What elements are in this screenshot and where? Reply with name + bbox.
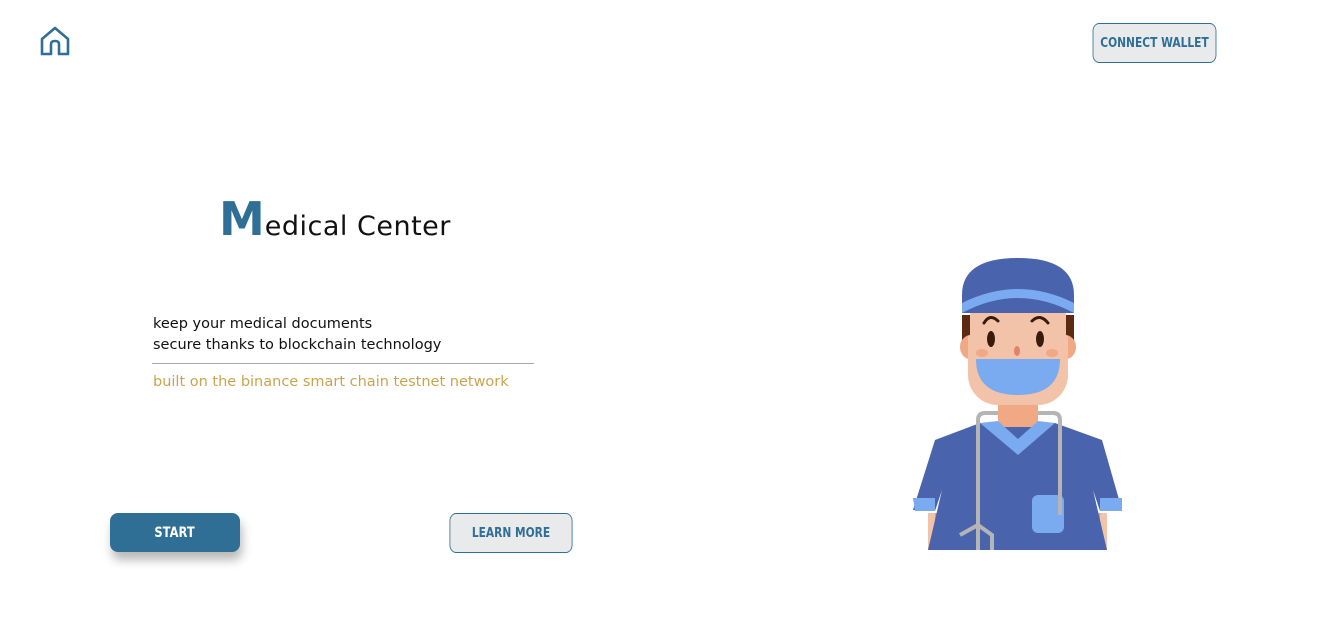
page-title: Medical Center bbox=[219, 192, 451, 246]
home-button[interactable] bbox=[38, 24, 72, 58]
network-note: built on the binance smart chain testnet… bbox=[153, 374, 509, 390]
learn-more-button[interactable]: LEARN MORE bbox=[449, 513, 573, 553]
description: keep your medical documents secure thank… bbox=[153, 314, 534, 356]
connect-wallet-button[interactable]: CONNECT WALLET bbox=[1092, 23, 1217, 63]
divider bbox=[152, 363, 534, 364]
description-line-2: secure thanks to blockchain technology bbox=[153, 337, 442, 353]
description-line-1: keep your medical documents bbox=[153, 316, 373, 332]
doctor-illustration bbox=[913, 258, 1122, 550]
start-button-label: START bbox=[154, 524, 196, 541]
home-icon bbox=[40, 26, 70, 56]
title-rest: edical Center bbox=[264, 211, 451, 242]
start-button[interactable]: START bbox=[110, 513, 240, 552]
title-initial: M bbox=[219, 192, 265, 246]
landing-page: CONNECT WALLET Medical Center keep your … bbox=[0, 0, 1341, 630]
